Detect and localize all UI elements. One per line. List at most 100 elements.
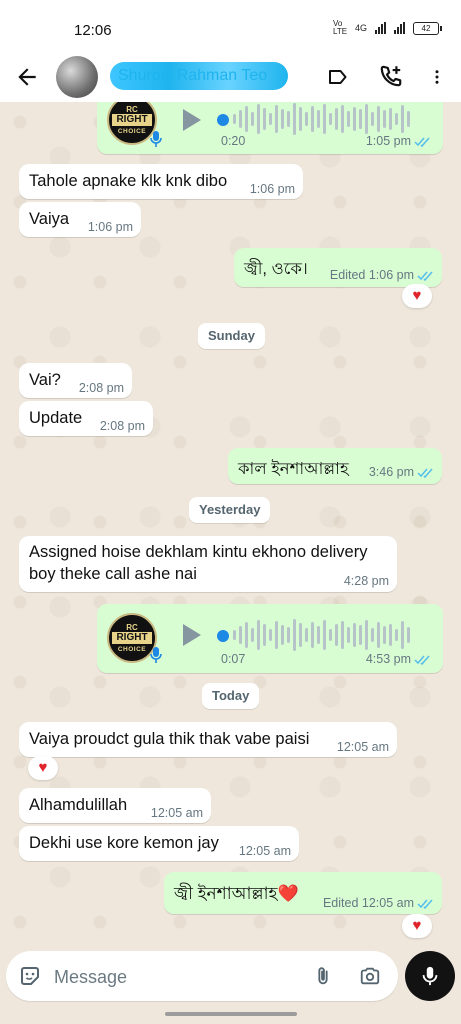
message-time: 2:08 pm <box>99 419 145 433</box>
read-tick-icon <box>414 137 430 147</box>
waveform-bar <box>311 106 314 132</box>
message-input[interactable] <box>52 962 296 992</box>
incoming-message[interactable]: Tahole apnake klk knk dibo 1:06 pm <box>19 164 303 199</box>
mic-badge-icon <box>150 647 162 663</box>
incoming-message[interactable]: Vai? 2:08 pm <box>19 363 132 398</box>
incoming-message[interactable]: Update 2:08 pm <box>19 401 153 436</box>
waveform-bar <box>401 105 404 133</box>
play-icon[interactable] <box>183 624 201 646</box>
waveform-bar <box>233 630 236 640</box>
voice-waveform[interactable] <box>233 102 410 136</box>
waveform-bar <box>329 629 332 641</box>
waveform-bar <box>251 628 254 642</box>
waveform-bar <box>335 624 338 646</box>
waveform-bar <box>371 628 374 642</box>
message-time: 2:08 pm <box>78 381 124 395</box>
waveform-bar <box>347 627 350 643</box>
waveform-bar <box>293 619 296 651</box>
outgoing-message[interactable]: জ্বী ইনশাআল্লাহ❤️ Edited 12:05 am <box>164 872 442 914</box>
message-time: 1:06 pm <box>249 182 295 196</box>
read-tick-icon <box>414 655 430 665</box>
waveform-bar <box>317 626 320 644</box>
reaction-heart[interactable]: ♥ <box>402 284 432 308</box>
waveform-bar <box>377 622 380 648</box>
waveform-bar <box>383 110 386 128</box>
incoming-message[interactable]: Vaiya proudct gula thik thak vabe paisi … <box>19 722 397 757</box>
waveform-bar <box>239 626 242 644</box>
waveform-bar <box>257 104 260 134</box>
voice-duration: 0:20 <box>221 134 246 148</box>
waveform-bar <box>305 112 308 126</box>
waveform-bar <box>323 104 326 134</box>
time-text: Edited 1:06 pm <box>329 268 414 282</box>
voice-message[interactable]: RC RIGHT CHOICE 0:07 4:53 pm <box>97 604 443 673</box>
chat-area[interactable]: RC RIGHT CHOICE 0:20 1:05 pm Tahole apna… <box>0 102 461 949</box>
waveform-bar <box>389 108 392 130</box>
battery-icon: 42 <box>413 21 442 35</box>
outgoing-message[interactable]: কাল ইনশাআল্লাহ 3:46 pm <box>228 448 442 484</box>
home-indicator[interactable] <box>165 1012 297 1016</box>
logo-text-right: RIGHT <box>112 114 152 126</box>
signal-icon <box>375 22 386 34</box>
emoji-icon[interactable] <box>18 964 42 988</box>
add-call-icon[interactable] <box>378 63 404 89</box>
waveform-bar <box>263 108 266 130</box>
incoming-message[interactable]: Dekhi use kore kemon jay 12:05 am <box>19 826 299 861</box>
message-time: 1:05 pm <box>366 134 431 148</box>
playback-thumb[interactable] <box>217 114 229 126</box>
read-tick-icon <box>417 271 433 281</box>
voice-message[interactable]: RC RIGHT CHOICE 0:20 1:05 pm <box>97 102 443 154</box>
mic-button[interactable] <box>405 951 455 1001</box>
label-icon[interactable] <box>326 65 350 89</box>
waveform-bar <box>407 627 410 643</box>
status-time: 12:06 <box>74 22 112 39</box>
waveform-bar <box>377 106 380 132</box>
message-composer <box>6 951 398 1001</box>
more-icon[interactable] <box>428 64 446 90</box>
waveform-bar <box>323 620 326 650</box>
time-text: 4:53 pm <box>365 652 411 666</box>
chat-header: Shurovi Rahman Teo <box>0 52 461 102</box>
waveform-bar <box>383 626 386 644</box>
waveform-bar <box>335 108 338 130</box>
contact-name[interactable]: Shurovi Rahman Teo <box>110 62 288 90</box>
playback-thumb[interactable] <box>217 630 229 642</box>
outgoing-message[interactable]: জ্বী, ওকে। Edited 1:06 pm <box>234 248 442 287</box>
message-time: 1:06 pm <box>87 220 133 234</box>
date-separator: Sunday <box>198 323 265 349</box>
bottom-bar <box>0 949 461 1024</box>
waveform-bar <box>311 622 314 648</box>
waveform-bar <box>281 625 284 645</box>
camera-icon[interactable] <box>358 965 382 987</box>
waveform-bar <box>401 621 404 649</box>
waveform-bar <box>281 109 284 129</box>
time-text: 3:46 pm <box>368 465 414 479</box>
reaction-heart[interactable]: ♥ <box>402 914 432 938</box>
mic-badge-icon <box>150 131 162 147</box>
waveform-bar <box>251 112 254 126</box>
date-separator: Today <box>202 683 260 709</box>
message-text: Alhamdulillah <box>29 796 128 814</box>
back-arrow-icon[interactable] <box>14 64 40 90</box>
incoming-message[interactable]: Assigned hoise dekhlam kintu ekhono deli… <box>19 536 397 592</box>
waveform-bar <box>371 112 374 126</box>
message-text: Vaiya <box>29 210 70 228</box>
waveform-bar <box>347 111 350 127</box>
waveform-bar <box>353 107 356 131</box>
read-tick-icon <box>417 468 433 478</box>
message-text-line-2: boy theke call ashe nai <box>29 565 197 583</box>
reaction-heart[interactable]: ♥ <box>28 756 58 780</box>
contact-avatar[interactable] <box>56 56 98 98</box>
logo-text-right: RIGHT <box>112 632 152 644</box>
message-text: Dekhi use kore kemon jay <box>29 834 219 852</box>
incoming-message[interactable]: Vaiya 1:06 pm <box>19 202 141 237</box>
voice-waveform[interactable] <box>233 618 410 652</box>
message-text: Tahole apnake klk knk dibo <box>29 172 228 190</box>
attach-icon[interactable] <box>312 964 334 988</box>
waveform-bar <box>395 629 398 641</box>
waveform-bar <box>329 113 332 125</box>
play-icon[interactable] <box>183 109 201 131</box>
waveform-bar <box>239 110 242 128</box>
incoming-message[interactable]: Alhamdulillah 12:05 am <box>19 788 211 823</box>
status-icons: Vo LTE 4G 42 <box>333 20 442 36</box>
